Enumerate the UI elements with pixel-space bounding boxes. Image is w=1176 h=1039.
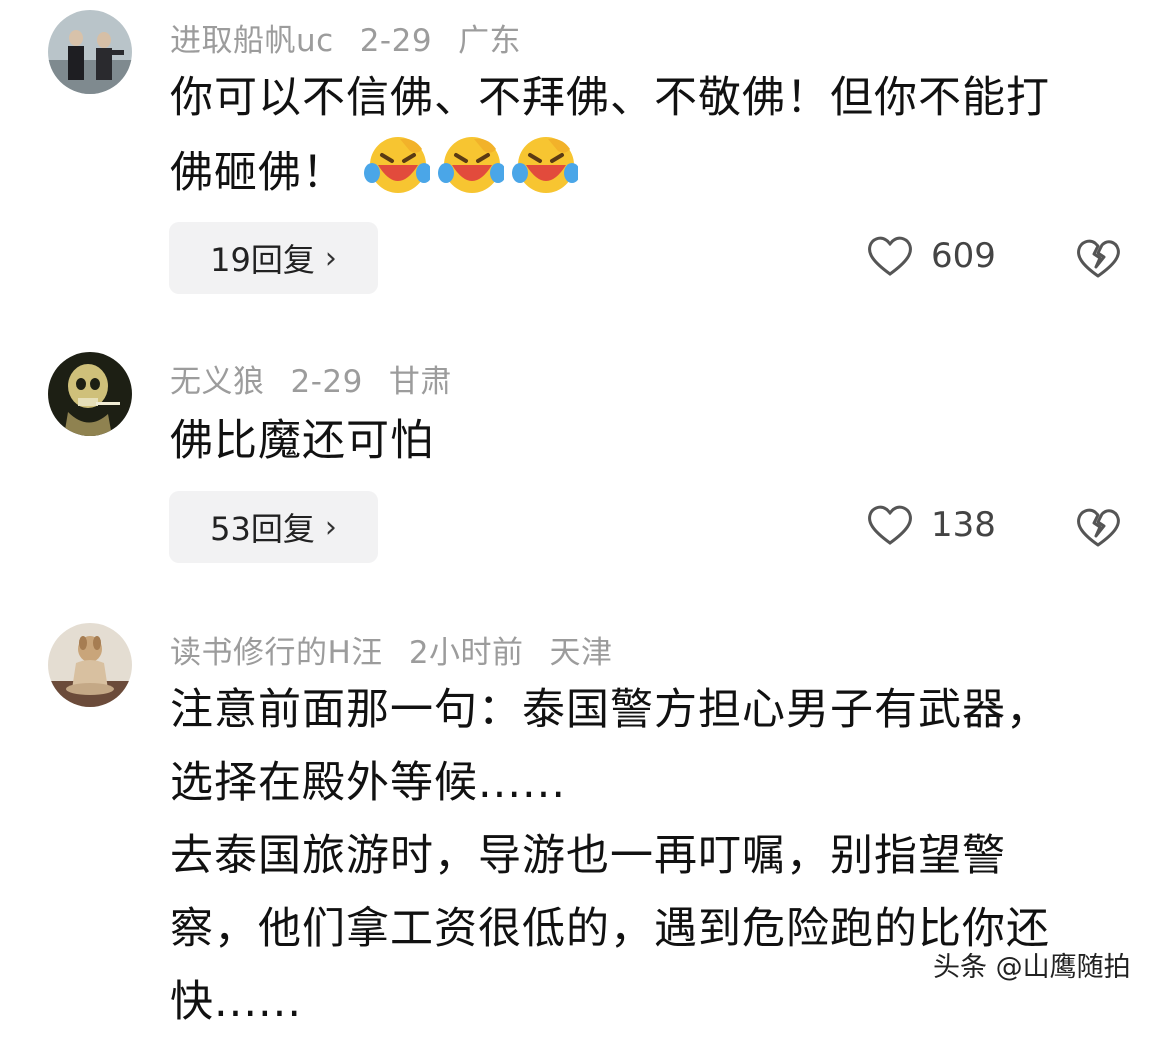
- view-replies-button[interactable]: 53回复 ›: [169, 491, 378, 563]
- comment-date: 2-29: [359, 23, 433, 59]
- broken-heart-icon[interactable]: [1075, 505, 1121, 549]
- username[interactable]: 无义狼: [170, 364, 265, 400]
- username[interactable]: 读书修行的H汪: [170, 635, 383, 671]
- like-button[interactable]: 609: [866, 234, 996, 278]
- user-avatar[interactable]: [48, 10, 132, 94]
- comment-location: 天津: [549, 635, 613, 671]
- user-avatar[interactable]: [48, 623, 132, 707]
- user-avatar[interactable]: [48, 352, 132, 436]
- reply-count: 53回复: [210, 510, 315, 548]
- comment-date: 2小时前: [408, 635, 524, 671]
- comment-date: 2-29: [290, 364, 363, 400]
- comment-location: 广东: [458, 23, 522, 59]
- broken-heart-icon[interactable]: [1075, 236, 1121, 280]
- comment-location: 甘肃: [388, 364, 452, 400]
- comment-meta: 进取船帆uc 2-29 广东: [170, 15, 547, 60]
- like-count: 138: [931, 505, 996, 545]
- comment-text: 佛比魔还可怕: [170, 416, 434, 466]
- laughing-crying-emoji-icon: [364, 137, 430, 193]
- watermark: 头条 @山鹰随拍: [933, 952, 1131, 983]
- comment-text-content: 你可以不信佛、不拜佛、不敬佛！但你不能打 佛砸佛！: [170, 73, 1050, 198]
- like-button[interactable]: 138: [866, 503, 996, 547]
- comment-meta: 读书修行的H汪 2小时前 天津: [170, 627, 639, 672]
- username[interactable]: 进取船帆uc: [170, 23, 334, 59]
- laughing-crying-emoji-icon: [512, 137, 578, 193]
- reply-count: 19回复: [210, 241, 315, 279]
- laughing-crying-emoji-icon: [438, 137, 504, 193]
- comment-text: 你可以不信佛、不拜佛、不敬佛！但你不能打 佛砸佛！: [170, 62, 1145, 210]
- chevron-right-icon: ›: [324, 509, 337, 545]
- comment-text: 注意前面那一句：泰国警方担心男子有武器， 选择在殿外等候...... 去泰国旅游…: [170, 685, 1050, 1027]
- emoji-group: [364, 137, 578, 198]
- heart-outline-icon: [868, 236, 912, 276]
- heart-outline-icon: [868, 505, 912, 545]
- view-replies-button[interactable]: 19回复 ›: [169, 222, 378, 294]
- like-count: 609: [931, 236, 996, 276]
- chevron-right-icon: ›: [324, 240, 337, 276]
- comment-meta: 无义狼 2-29 甘肃: [170, 356, 478, 401]
